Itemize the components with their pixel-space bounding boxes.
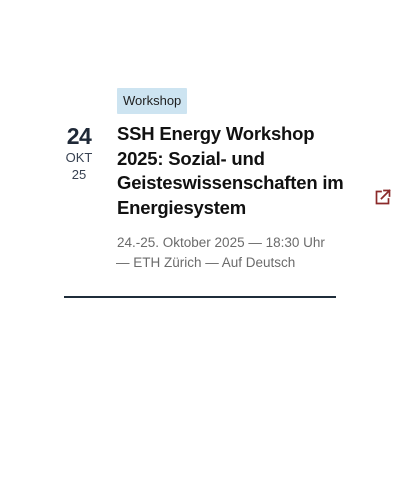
event-card: Workshop 24 OKT 25 SSH Energy Workshop 2… (0, 0, 400, 480)
event-meta: 24.-25. Oktober 2025 — 18:30 Uhr — ETH Z… (116, 233, 352, 273)
event-date-time: 24.-25. Oktober 2025 — 18:30 Uhr (117, 235, 325, 250)
date-month: OKT (65, 150, 93, 165)
external-link-icon[interactable] (374, 188, 392, 206)
event-title[interactable]: SSH Energy Workshop 2025: Sozial- und Ge… (117, 122, 357, 220)
event-location-language: — ETH Zürich — Auf Deutsch (116, 255, 296, 270)
date-year: 25 (71, 167, 87, 182)
date-day: 24 (66, 123, 92, 149)
divider (64, 296, 336, 298)
event-date: 24 OKT 25 (58, 122, 100, 183)
category-badge: Workshop (117, 88, 188, 114)
